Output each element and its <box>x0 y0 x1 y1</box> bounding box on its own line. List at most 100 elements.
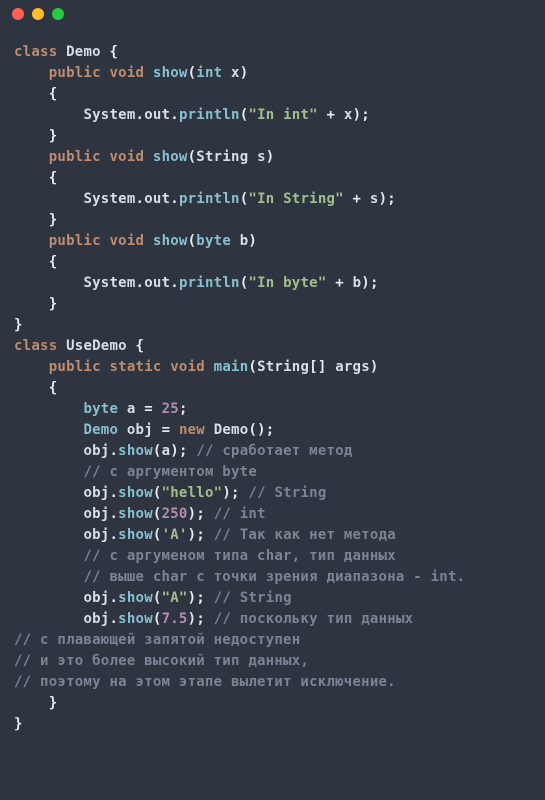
semi: ; <box>266 422 275 438</box>
id-obj: obj <box>83 527 109 543</box>
brace: } <box>14 716 23 732</box>
param: s <box>257 149 266 165</box>
titlebar <box>0 0 545 28</box>
brace: { <box>49 254 58 270</box>
num: 25 <box>162 401 179 417</box>
lparen: ( <box>153 590 162 606</box>
id-obj: obj <box>83 485 109 501</box>
fn-println: println <box>179 275 240 291</box>
dot: . <box>109 506 118 522</box>
string-literal: "In byte" <box>248 275 326 291</box>
semi: ; <box>361 107 370 123</box>
dot: . <box>136 275 145 291</box>
rparen: ) <box>370 359 379 375</box>
kw-public: public <box>49 149 101 165</box>
fn-show: show <box>118 590 153 606</box>
code-content: class Demo { public void show(int x) { S… <box>0 28 545 755</box>
brace: { <box>136 338 145 354</box>
rparen: ) <box>266 149 275 165</box>
brace: { <box>110 44 119 60</box>
fn-show: show <box>118 485 153 501</box>
type-byte: byte <box>196 233 231 249</box>
lparen: ( <box>153 485 162 501</box>
id-system: System <box>83 275 135 291</box>
char-literal: 'A' <box>162 527 188 543</box>
string-literal: "A" <box>162 590 188 606</box>
close-dot[interactable] <box>12 8 24 20</box>
dot: . <box>170 191 179 207</box>
kw-public: public <box>49 65 101 81</box>
plus: + <box>327 107 336 123</box>
method-name: show <box>153 233 188 249</box>
eq: = <box>162 422 171 438</box>
id-system: System <box>83 191 135 207</box>
id-obj: obj <box>83 506 109 522</box>
comment: // поэтому на этом этапе вылетит исключе… <box>14 674 396 690</box>
rparen: ) <box>361 275 370 291</box>
lparen: ( <box>153 443 162 459</box>
num: 250 <box>162 506 188 522</box>
semi: ; <box>196 590 205 606</box>
kw-static: static <box>109 359 161 375</box>
brace: { <box>49 86 58 102</box>
brace: } <box>49 212 58 228</box>
comment: // и это более высокий тип данных, <box>14 653 309 669</box>
rparen: ) <box>170 443 179 459</box>
rparen: ) <box>240 65 249 81</box>
dot: . <box>109 443 118 459</box>
brace: } <box>49 296 58 312</box>
comment: // сработает метод <box>196 443 352 459</box>
id-x: x <box>344 107 353 123</box>
fn-main: main <box>214 359 249 375</box>
brackets: [] <box>309 359 326 375</box>
string-literal: "In int" <box>248 107 317 123</box>
id-b: b <box>353 275 362 291</box>
kw-void: void <box>109 233 144 249</box>
fn-println: println <box>179 107 240 123</box>
dot: . <box>170 275 179 291</box>
id-args: args <box>335 359 370 375</box>
kw-public: public <box>49 359 101 375</box>
string-literal: "In String" <box>248 191 343 207</box>
brace: } <box>14 317 23 333</box>
ctor: Demo <box>214 422 249 438</box>
comment: // поскольку тип данных <box>214 611 414 627</box>
num: 7.5 <box>162 611 188 627</box>
id-obj: obj <box>83 590 109 606</box>
id-obj: obj <box>127 422 153 438</box>
rparen: ) <box>188 590 197 606</box>
zoom-dot[interactable] <box>52 8 64 20</box>
id-out: out <box>144 107 170 123</box>
minimize-dot[interactable] <box>32 8 44 20</box>
lparen: ( <box>188 149 197 165</box>
id-a: a <box>162 443 171 459</box>
kw-void: void <box>170 359 205 375</box>
semi: ; <box>231 485 240 501</box>
rparen: ) <box>257 422 266 438</box>
rparen: ) <box>248 233 257 249</box>
rparen: ) <box>188 506 197 522</box>
dot: . <box>136 107 145 123</box>
rparen: ) <box>188 527 197 543</box>
kw-new: new <box>179 422 205 438</box>
semi: ; <box>387 191 396 207</box>
dot: . <box>109 485 118 501</box>
id-out: out <box>144 275 170 291</box>
plus: + <box>353 191 362 207</box>
fn-println: println <box>179 191 240 207</box>
comment: // выше char с точки зрения диапазона - … <box>83 569 465 585</box>
semi: ; <box>370 275 379 291</box>
comment: // String <box>248 485 326 501</box>
fn-show: show <box>118 443 153 459</box>
semi: ; <box>179 401 188 417</box>
rparen: ) <box>188 611 197 627</box>
dot: . <box>136 191 145 207</box>
dot: . <box>109 611 118 627</box>
eq: = <box>144 401 153 417</box>
kw-void: void <box>109 65 144 81</box>
dot: . <box>170 107 179 123</box>
comment: // Так как нет метода <box>214 527 396 543</box>
comment: // с аргументом byte <box>83 464 257 480</box>
brace: } <box>49 128 58 144</box>
method-name: show <box>153 149 188 165</box>
